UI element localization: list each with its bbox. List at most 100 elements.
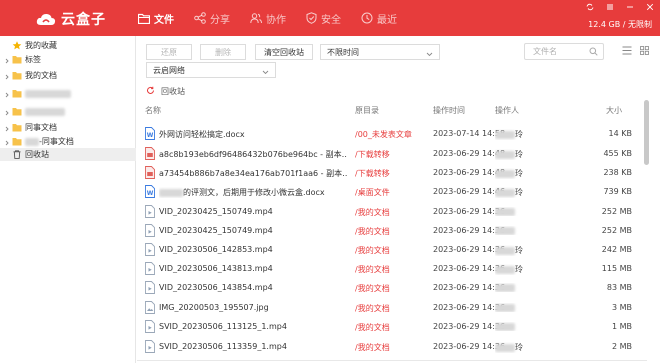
sidebar-item-favorites[interactable]: 我的收藏 xyxy=(0,39,136,52)
breadcrumb-current[interactable]: 回收站 xyxy=(161,86,185,97)
table-row[interactable]: VID_20230506_143854.mp4/我的文档 2023-06-29 1… xyxy=(137,278,640,297)
nav-recent[interactable]: 最近 xyxy=(351,0,407,36)
search-icon[interactable] xyxy=(589,47,598,58)
original-directory-link[interactable]: /我的文档 xyxy=(355,245,390,256)
column-header-orig[interactable]: 原目录 xyxy=(355,105,379,116)
file-name[interactable]: 的评测文，后期用于修改小微云盒.docx xyxy=(159,187,347,198)
close-icon[interactable] xyxy=(646,3,654,11)
table-row[interactable]: VID_20230506_142853.mp4/我的文档 2023-06-29 1… xyxy=(137,240,640,259)
operator-name xyxy=(495,226,555,235)
sync-icon[interactable] xyxy=(586,3,594,11)
nav-security[interactable]: 安全 xyxy=(296,0,351,36)
table-row[interactable]: SVID_20230506_113125_1.mp4/我的文档 2023-06-2… xyxy=(137,317,640,336)
chevron-right-icon[interactable] xyxy=(4,91,10,97)
file-name[interactable]: SVID_20230506_113125_1.mp4 xyxy=(159,322,347,331)
chevron-right-icon[interactable] xyxy=(4,125,10,131)
original-directory-link[interactable]: /桌面文件 xyxy=(355,187,390,198)
original-directory-link[interactable]: /我的文档 xyxy=(355,226,390,237)
file-name[interactable]: VID_20230425_150749.mp4 xyxy=(159,226,347,235)
operator-name-text: 玲 xyxy=(515,150,523,159)
file-name[interactable]: a73454b886b7a8e34ea176ab701f1aa6 - 副本… xyxy=(159,168,347,179)
original-directory-link[interactable]: /我的文档 xyxy=(355,264,390,275)
file-size: 14 KB xyxy=(608,129,632,138)
file-name[interactable]: IMG_20200503_195507.jpg xyxy=(159,303,347,312)
menu-icon[interactable] xyxy=(606,3,614,11)
table-row[interactable]: IMG_20200503_195507.jpg/我的文档 2023-06-29 1… xyxy=(137,298,640,317)
sidebar-item-named-colleague-docs[interactable]: -同事文档 xyxy=(0,135,136,148)
column-header-size[interactable]: 大小 xyxy=(606,105,622,116)
original-directory-link[interactable]: /我的文档 xyxy=(355,322,390,333)
video-file-icon xyxy=(144,340,156,353)
table-row[interactable]: VID_20230506_143813.mp4/我的文档 2023-06-29 1… xyxy=(137,259,640,278)
sidebar-item-label-text: -同事文档 xyxy=(39,137,74,146)
cloud-logo-icon xyxy=(36,13,56,26)
nav-collab[interactable]: 协作 xyxy=(240,0,296,36)
chevron-right-icon[interactable] xyxy=(4,57,10,63)
nav-share[interactable]: 分享 xyxy=(184,0,240,36)
restore-button[interactable]: 还原 xyxy=(146,44,192,60)
sidebar-item-tags[interactable]: 标签 xyxy=(0,53,136,66)
sidebar-item-redacted-1[interactable] xyxy=(0,87,136,100)
chevron-right-icon[interactable] xyxy=(4,73,10,79)
file-name[interactable]: VID_20230506_142853.mp4 xyxy=(159,245,347,254)
redacted-text xyxy=(495,303,515,312)
file-name[interactable]: VID_20230506_143813.mp4 xyxy=(159,264,347,273)
table-row[interactable]: W 外网访问轻松搞定.docx/00_未发表文章 2023-07-14 14:58 玲… xyxy=(137,124,640,143)
sidebar-item-colleague-docs[interactable]: 同事文档 xyxy=(0,121,136,134)
refresh-icon[interactable] xyxy=(146,86,155,97)
sidebar-item-label: 我的文档 xyxy=(25,71,57,80)
sidebar-item-label: 我的收藏 xyxy=(25,41,57,50)
file-name[interactable]: SVID_20230506_113359_1.mp4 xyxy=(159,342,347,351)
scope-filter-select[interactable]: 云启网络 xyxy=(146,62,276,78)
table-row[interactable]: SVID_20230506_113359_1.mp4/我的文档 2023-06-2… xyxy=(137,337,640,356)
table-row[interactable]: a73454b886b7a8e34ea176ab701f1aa6 - 副本… /下… xyxy=(137,163,640,182)
file-name[interactable]: a8c8b193eb6df96486432b076be964bc - 副本… xyxy=(159,149,347,160)
original-directory-link[interactable]: /我的文档 xyxy=(355,207,390,218)
minimize-icon[interactable] xyxy=(626,3,634,11)
file-name[interactable]: VID_20230506_143854.mp4 xyxy=(159,283,347,292)
column-header-operator[interactable]: 操作人 xyxy=(495,105,519,116)
sidebar-item-recycle-bin[interactable]: 回收站 xyxy=(0,148,136,161)
folder-icon xyxy=(138,13,150,24)
team-icon xyxy=(250,13,262,24)
redacted-text xyxy=(495,169,515,178)
redacted-text xyxy=(495,207,515,216)
original-directory-link[interactable]: /我的文档 xyxy=(355,303,390,314)
vertical-scrollbar[interactable] xyxy=(644,100,650,340)
original-directory-link[interactable]: /下载转移 xyxy=(355,149,390,160)
delete-button[interactable]: 删除 xyxy=(200,44,246,60)
svg-text:W: W xyxy=(147,190,154,197)
file-size: 2 MB xyxy=(611,342,632,351)
breadcrumb: 回收站 xyxy=(146,86,185,97)
file-name-text: 外网访问轻松搞定.docx xyxy=(159,130,245,139)
empty-recycle-bin-button[interactable]: 清空回收站 xyxy=(255,44,313,60)
list-view-icon[interactable] xyxy=(622,46,632,57)
grid-view-icon[interactable] xyxy=(640,46,649,57)
column-header-time[interactable]: 操作时间 xyxy=(433,105,465,116)
column-header-name[interactable]: 名称 xyxy=(145,105,161,116)
sidebar-item-my-docs[interactable]: 我的文档 xyxy=(0,69,136,82)
original-directory-link[interactable]: /我的文档 xyxy=(355,283,390,294)
file-name-text: IMG_20200503_195507.jpg xyxy=(159,303,269,312)
nav-files[interactable]: 文件 xyxy=(128,0,184,36)
file-name[interactable]: 外网访问轻松搞定.docx xyxy=(159,129,347,140)
original-directory-link[interactable]: /我的文档 xyxy=(355,342,390,353)
chevron-right-icon[interactable] xyxy=(4,139,10,145)
star-icon xyxy=(12,41,22,50)
redacted-text xyxy=(495,130,515,139)
table-row[interactable]: a8c8b193eb6df96486432b076be964bc - 副本… /下… xyxy=(137,144,640,163)
video-file-icon xyxy=(144,262,156,275)
file-name[interactable]: VID_20230425_150749.mp4 xyxy=(159,207,347,216)
operator-name-text: 玲 xyxy=(515,130,523,139)
scrollbar-thumb[interactable] xyxy=(644,100,649,165)
original-directory-link[interactable]: /下载转移 xyxy=(355,168,390,179)
table-row[interactable]: VID_20230425_150749.mp4/我的文档 2023-06-29 1… xyxy=(137,202,640,221)
time-filter-select[interactable]: 不限时间 xyxy=(320,44,440,60)
original-directory-link[interactable]: /00_未发表文章 xyxy=(355,129,412,140)
table-row[interactable]: W 的评测文，后期用于修改小微云盒.docx/桌面文件 2023-06-29 14:… xyxy=(137,182,640,201)
sidebar-item-redacted-2[interactable] xyxy=(0,105,136,118)
table-row[interactable]: VID_20230425_150749.mp4/我的文档 2023-06-29 1… xyxy=(137,221,640,240)
search-input[interactable] xyxy=(525,44,585,59)
main-nav: 文件 分享 协作 安全 最近 xyxy=(128,0,407,36)
chevron-right-icon[interactable] xyxy=(4,109,10,115)
